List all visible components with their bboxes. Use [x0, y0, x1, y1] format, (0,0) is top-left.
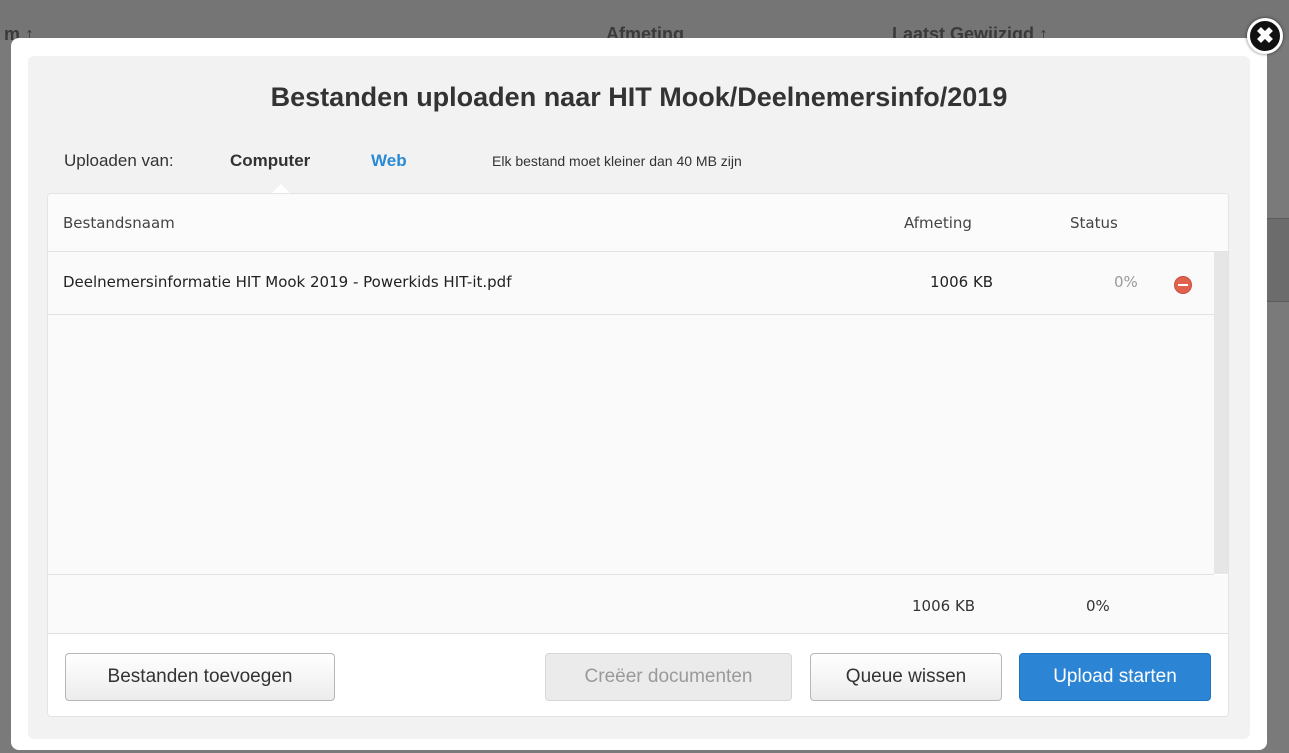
- column-header-size: Afmeting: [904, 214, 972, 232]
- column-header-status: Status: [1070, 214, 1118, 232]
- background-file-list-header: m ↑ Afmeting Laatst Gewijzigd ↑: [0, 0, 1289, 44]
- upload-source-label: Uploaden van:: [64, 151, 174, 170]
- file-size: 1006 KB: [930, 273, 994, 291]
- tab-web[interactable]: Web: [371, 151, 407, 171]
- total-size: 1006 KB: [912, 597, 976, 615]
- remove-file-icon[interactable]: [1174, 276, 1192, 294]
- queue-file-list: Deelnemersinformatie HIT Mook 2019 - Pow…: [48, 252, 1214, 575]
- tab-computer[interactable]: Computer: [230, 151, 310, 171]
- bg-row-band: [1265, 219, 1289, 301]
- clear-queue-button[interactable]: Queue wissen: [810, 653, 1002, 701]
- queue-header: Bestandsnaam Afmeting Status: [48, 194, 1228, 252]
- start-upload-button[interactable]: Upload starten: [1019, 653, 1211, 701]
- create-documents-button[interactable]: Creëer documenten: [545, 653, 792, 701]
- close-icon[interactable]: ✖: [1247, 18, 1283, 54]
- size-limit-note: Elk bestand moet kleiner dan 40 MB zijn: [492, 153, 742, 169]
- file-status: 0%: [1114, 273, 1138, 291]
- upload-queue-panel: Bestandsnaam Afmeting Status Deelnemersi…: [47, 193, 1229, 717]
- queue-file-row: Deelnemersinformatie HIT Mook 2019 - Pow…: [48, 252, 1214, 315]
- queue-totals-row: 1006 KB 0%: [48, 575, 1228, 634]
- dialog-title: Bestanden uploaden naar HIT Mook/Deelnem…: [270, 82, 1008, 112]
- column-header-filename: Bestandsnaam: [63, 214, 175, 232]
- add-files-button[interactable]: Bestanden toevoegen: [65, 653, 335, 701]
- queue-scrollbar[interactable]: [1214, 252, 1228, 574]
- total-status: 0%: [1086, 597, 1110, 615]
- bg-divider: [1265, 301, 1289, 302]
- file-name: Deelnemersinformatie HIT Mook 2019 - Pow…: [63, 273, 512, 291]
